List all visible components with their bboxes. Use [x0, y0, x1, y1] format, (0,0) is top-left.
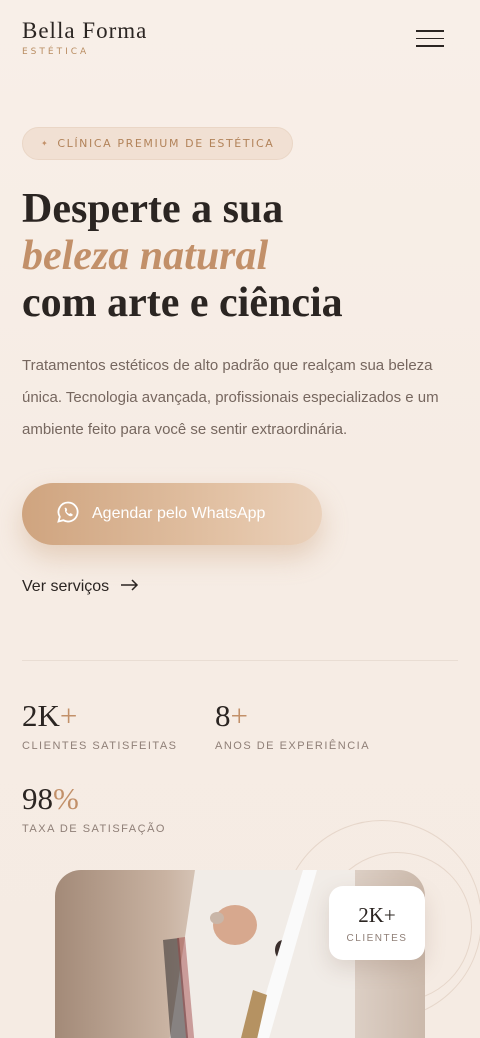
- clients-floating-card: 2K+ CLIENTES: [329, 886, 425, 960]
- headline-line-3: com arte e ciência: [22, 280, 343, 326]
- stat-label: TAXA DE SATISFAÇÃO: [22, 823, 166, 835]
- stat-value: 98%: [22, 781, 79, 816]
- brand-logo[interactable]: Bella Forma ESTÉTICA: [22, 18, 147, 57]
- headline-line-1: Desperte a sua: [22, 186, 284, 232]
- stat-satisfaction: 98% TAXA DE SATISFAÇÃO: [22, 781, 166, 835]
- headline-accent: beleza natural: [22, 233, 269, 279]
- hamburger-icon[interactable]: [416, 30, 444, 50]
- brand-subtitle: ESTÉTICA: [22, 47, 90, 57]
- stat-label: CLIENTES SATISFEITAS: [22, 740, 178, 752]
- brand-name: Bella Forma: [22, 18, 148, 43]
- whatsapp-cta-button[interactable]: Agendar pelo WhatsApp: [22, 483, 322, 545]
- stat-value: 8+: [215, 698, 248, 733]
- arrow-right-icon: [121, 578, 139, 596]
- stat-value: 2K+: [22, 698, 78, 733]
- stat-label: ANOS DE EXPERIÊNCIA: [215, 740, 371, 752]
- stat-years: 8+ ANOS DE EXPERIÊNCIA: [215, 698, 370, 752]
- card-value: 2K+: [358, 902, 396, 927]
- services-link[interactable]: Ver serviços: [22, 578, 139, 596]
- card-label: CLIENTES: [346, 932, 408, 944]
- sparkle-icon: ✦: [41, 139, 50, 148]
- badge-label: CLÍNICA PREMIUM DE ESTÉTICA: [57, 137, 275, 150]
- stat-clients: 2K+ CLIENTES SATISFEITAS: [22, 698, 178, 752]
- cta-label: Agendar pelo WhatsApp: [92, 505, 266, 522]
- services-link-label: Ver serviços: [22, 578, 110, 595]
- whatsapp-icon: [56, 500, 80, 528]
- hero-headline: Desperte a sua beleza natural com arte e…: [22, 186, 343, 327]
- section-divider: [22, 660, 458, 661]
- hero-description: Tratamentos estéticos de alto padrão que…: [22, 357, 439, 438]
- hero-badge: ✦ CLÍNICA PREMIUM DE ESTÉTICA: [22, 127, 294, 160]
